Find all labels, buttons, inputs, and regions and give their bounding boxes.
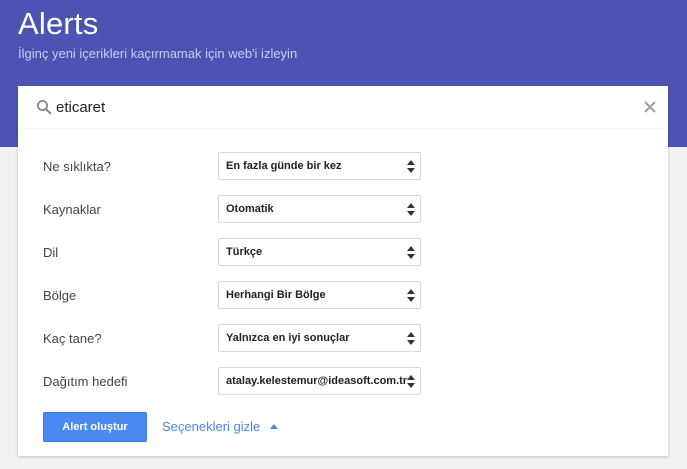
select-value: En fazla günde bir kez [226, 160, 342, 172]
sort-arrows-icon [407, 160, 415, 173]
sources-select[interactable]: Otomatik [218, 195, 421, 223]
sort-arrows-icon [407, 375, 415, 388]
sort-arrows-icon [407, 289, 415, 302]
select-value: Herhangi Bir Bölge [226, 289, 326, 301]
option-row-region: Bölge Herhangi Bir Bölge [18, 281, 668, 311]
caret-up-icon [269, 424, 278, 430]
page-title: Alerts [18, 6, 99, 41]
option-row-how-many: Kaç tane? Yalnızca en iyi sonuçlar [18, 324, 668, 354]
frequency-select[interactable]: En fazla günde bir kez [218, 152, 421, 180]
select-value: Otomatik [226, 203, 274, 215]
select-value: Yalnızca en iyi sonuçlar [226, 332, 350, 344]
create-alert-button[interactable]: Alert oluştur [43, 412, 147, 442]
option-row-sources: Kaynaklar Otomatik [18, 195, 668, 225]
option-row-frequency: Ne sıklıkta? En fazla günde bir kez [18, 152, 668, 182]
close-icon[interactable] [642, 99, 658, 115]
option-row-language: Dil Türkçe [18, 238, 668, 268]
select-value: Türkçe [226, 246, 263, 258]
option-label: Dil [43, 245, 59, 260]
option-label: Ne sıklıkta? [43, 159, 111, 174]
deliver-to-select[interactable]: atalay.kelestemur@ideasoft.com.tr [218, 367, 421, 395]
page-subtitle: İlginç yeni içerikleri kaçırmamak için w… [18, 46, 298, 61]
search-icon [36, 99, 52, 115]
how-many-select[interactable]: Yalnızca en iyi sonuçlar [218, 324, 421, 352]
sort-arrows-icon [407, 203, 415, 216]
sort-arrows-icon [407, 246, 415, 259]
option-label: Dağıtım hedefi [43, 374, 128, 389]
select-value: atalay.kelestemur@ideasoft.com.tr [226, 375, 408, 387]
option-row-deliver-to: Dağıtım hedefi atalay.kelestemur@ideasof… [18, 367, 668, 397]
sort-arrows-icon [407, 332, 415, 345]
search-input[interactable]: eticaret [56, 86, 105, 129]
hide-options-label: Seçenekleri gizle [162, 419, 261, 434]
language-select[interactable]: Türkçe [218, 238, 421, 266]
region-select[interactable]: Herhangi Bir Bölge [218, 281, 421, 309]
option-label: Kaç tane? [43, 331, 102, 346]
options-panel: Ne sıklıkta? En fazla günde bir kez Kayn… [18, 129, 668, 456]
option-label: Bölge [43, 288, 77, 303]
option-label: Kaynaklar [43, 202, 101, 217]
search-box[interactable]: eticaret [18, 86, 668, 129]
hide-options-link[interactable]: Seçenekleri gizle [162, 412, 278, 442]
